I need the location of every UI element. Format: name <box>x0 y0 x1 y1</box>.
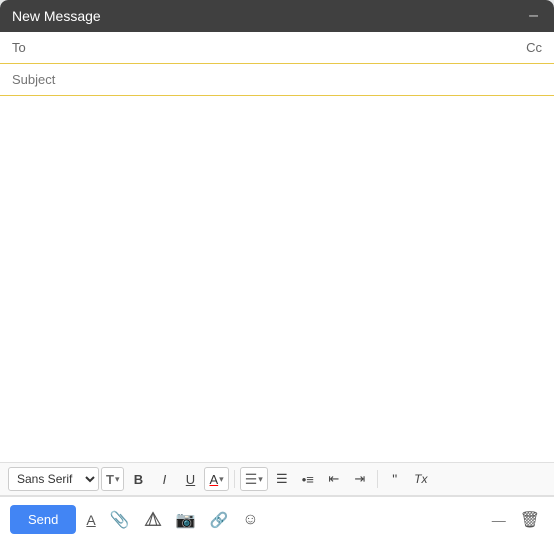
align-dropdown[interactable]: ☰ ▾ <box>240 467 268 491</box>
bold-button[interactable]: B <box>126 467 150 491</box>
bottom-bar: Send A 📎 📷 🔗 ☺ — <box>0 496 554 542</box>
font-size-dropdown[interactable]: T ▾ <box>101 467 124 491</box>
link-button[interactable]: 🔗 <box>206 507 233 533</box>
align-icon: ☰ <box>245 471 258 488</box>
bullet-list-button[interactable]: •≡ <box>296 467 320 491</box>
subject-row <box>0 64 554 96</box>
compose-header: New Message – <box>0 0 554 32</box>
blockquote-button[interactable]: " <box>383 467 407 491</box>
delete-icon: 🗑 <box>520 512 540 529</box>
font-family-select[interactable]: Sans Serif Serif Fixed width <box>8 467 99 491</box>
to-row: To Cc <box>0 32 554 64</box>
photo-icon: 📷 <box>176 510 196 530</box>
underline-button[interactable]: U <box>178 467 202 491</box>
attach-icon: 📎 <box>110 510 130 530</box>
to-label: To <box>12 40 37 55</box>
cc-label[interactable]: Cc <box>526 40 542 55</box>
indent-more-button[interactable]: ⇥ <box>348 467 372 491</box>
indent-less-button[interactable]: ⇤ <box>322 467 346 491</box>
format-text-button[interactable]: A <box>82 508 99 532</box>
format-text-icon: A <box>86 512 95 528</box>
subject-input[interactable] <box>12 72 542 87</box>
compose-title: New Message <box>12 8 101 24</box>
delete-button[interactable]: 🗑 <box>516 506 544 534</box>
font-size-icon: T <box>106 472 114 487</box>
formatting-toolbar: Sans Serif Serif Fixed width T ▾ B I U A… <box>0 462 554 496</box>
numbered-list-button[interactable]: ☰ <box>270 467 294 491</box>
minimize-bottom-button[interactable]: — <box>488 508 510 532</box>
minimize-icon: — <box>492 512 506 528</box>
minimize-button[interactable]: – <box>525 8 542 24</box>
text-color-icon: A <box>209 472 218 487</box>
drive-icon <box>144 511 162 529</box>
separator-2 <box>377 470 378 488</box>
remove-format-button[interactable]: Tx <box>409 467 433 491</box>
to-input[interactable] <box>37 40 526 55</box>
send-button[interactable]: Send <box>10 505 76 534</box>
drive-button[interactable] <box>140 507 166 533</box>
photo-button[interactable]: 📷 <box>172 506 200 534</box>
text-color-dropdown[interactable]: A ▾ <box>204 467 228 491</box>
body-input[interactable] <box>12 104 542 454</box>
compose-window: New Message – To Cc Sans Serif Serif Fix… <box>0 0 554 542</box>
link-icon: 🔗 <box>210 511 229 529</box>
header-controls: – <box>525 8 542 24</box>
attach-button[interactable]: 📎 <box>106 506 134 534</box>
emoji-button[interactable]: ☺ <box>238 507 262 533</box>
body-area <box>0 96 554 462</box>
emoji-icon: ☺ <box>242 511 258 529</box>
separator-1 <box>234 470 235 488</box>
italic-button[interactable]: I <box>152 467 176 491</box>
